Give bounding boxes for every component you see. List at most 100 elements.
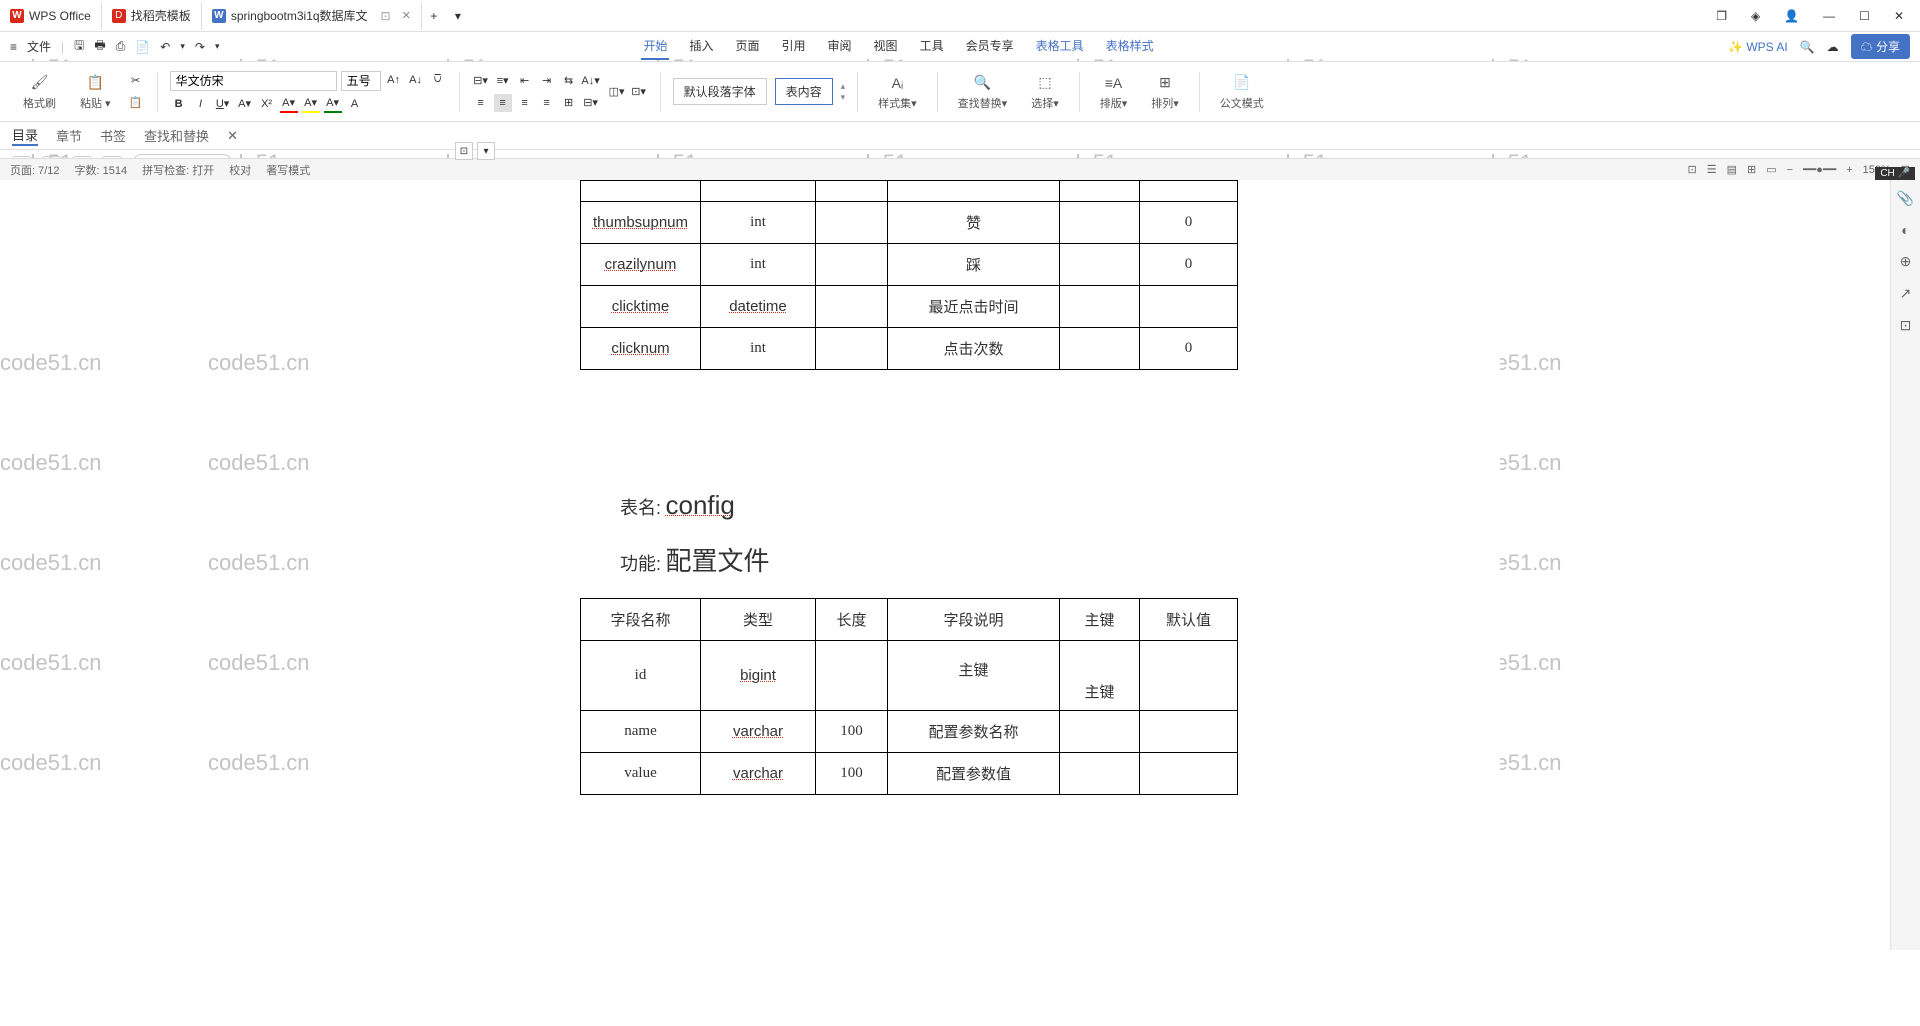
- clear-fmt[interactable]: ⩂: [429, 71, 447, 89]
- menu-tablestyle[interactable]: 表格样式: [1104, 33, 1156, 60]
- cube-icon[interactable]: ◈: [1745, 5, 1766, 27]
- search-icon[interactable]: 🔍: [1800, 40, 1815, 54]
- cell[interactable]: int: [701, 328, 816, 370]
- dec-indent[interactable]: ⇤: [516, 72, 534, 90]
- spell-check[interactable]: 拼写检查: 打开: [142, 162, 214, 178]
- minimize-icon[interactable]: —: [1817, 5, 1841, 27]
- cell[interactable]: 配置参数值: [888, 753, 1060, 795]
- styles-button[interactable]: Aᵢ 样式集▾: [870, 73, 925, 111]
- align-right[interactable]: ≡: [516, 94, 534, 112]
- cell[interactable]: 100: [816, 753, 888, 795]
- menu-ref[interactable]: 引用: [780, 33, 808, 60]
- cell[interactable]: int: [701, 202, 816, 244]
- columns[interactable]: ⊞: [560, 94, 578, 112]
- side-clip-icon[interactable]: 📎: [1897, 190, 1914, 207]
- tab-stops[interactable]: ⇆: [560, 72, 578, 90]
- page-indicator[interactable]: 页面: 7/12: [10, 162, 60, 178]
- side-tool-icon[interactable]: ⊡: [1900, 317, 1912, 334]
- cell[interactable]: datetime: [729, 298, 787, 315]
- cell[interactable]: varchar: [733, 723, 783, 740]
- menu-member[interactable]: 会员专享: [964, 33, 1016, 60]
- view-mode-4[interactable]: ⊞: [1747, 163, 1756, 176]
- zoom-in[interactable]: +: [1846, 164, 1852, 176]
- menu-review[interactable]: 审阅: [826, 33, 854, 60]
- cell[interactable]: [816, 244, 888, 286]
- cell[interactable]: [816, 286, 888, 328]
- cell[interactable]: [1140, 711, 1238, 753]
- cell[interactable]: bigint: [740, 667, 776, 684]
- header-cell[interactable]: 字段说明: [888, 599, 1060, 641]
- redo-icon[interactable]: ↷: [195, 40, 205, 54]
- cell[interactable]: [1060, 202, 1140, 244]
- header-cell[interactable]: 长度: [816, 599, 888, 641]
- side-theme-icon[interactable]: ◐: [1901, 222, 1909, 238]
- save-icon[interactable]: 🖫: [74, 36, 84, 57]
- font-size-select[interactable]: [341, 71, 381, 91]
- cell[interactable]: 主键: [888, 641, 1060, 711]
- undo-dd[interactable]: ▾: [180, 41, 185, 52]
- outline-mulu[interactable]: 目录: [12, 125, 38, 146]
- style-down[interactable]: ▾: [841, 92, 846, 103]
- view-mode-1[interactable]: ⊡: [1688, 163, 1697, 176]
- cut-icon[interactable]: ✂: [127, 72, 145, 90]
- tab-wps-office[interactable]: W WPS Office: [0, 2, 102, 30]
- cell[interactable]: [816, 641, 888, 711]
- ime-badge[interactable]: CH 🎤: [1875, 167, 1915, 180]
- menu-tabletool[interactable]: 表格工具: [1034, 33, 1086, 60]
- word-count[interactable]: 字数: 1514: [75, 162, 128, 178]
- menu-insert[interactable]: 插入: [687, 33, 715, 60]
- italic-button[interactable]: I: [192, 95, 210, 113]
- underline-button[interactable]: U▾: [214, 95, 232, 113]
- cloud-icon[interactable]: ☁: [1827, 40, 1839, 54]
- side-share-icon[interactable]: ↗: [1900, 285, 1912, 302]
- copy-icon[interactable]: 📋: [127, 94, 145, 112]
- maximize-icon[interactable]: ☐: [1853, 5, 1876, 27]
- cell[interactable]: [1060, 753, 1140, 795]
- cell[interactable]: 踩: [888, 244, 1060, 286]
- cell[interactable]: 100: [816, 711, 888, 753]
- table-menu-icon[interactable]: ▾: [477, 142, 495, 160]
- export-icon[interactable]: 📄: [135, 40, 150, 54]
- layout-button[interactable]: ≡A 排版▾: [1092, 73, 1136, 111]
- cell[interactable]: [816, 328, 888, 370]
- cell[interactable]: [1060, 286, 1140, 328]
- cell[interactable]: 赞: [888, 202, 1060, 244]
- cell[interactable]: value: [581, 753, 701, 795]
- strike-button[interactable]: A▾: [236, 95, 254, 113]
- cell[interactable]: clicknum: [611, 340, 669, 357]
- menu-page[interactable]: 页面: [734, 33, 762, 60]
- find-replace-button[interactable]: 🔍 查找替换▾: [950, 73, 1016, 111]
- outline-bookmark[interactable]: 书签: [100, 126, 126, 145]
- cell[interactable]: 0: [1140, 202, 1238, 244]
- bullet-list[interactable]: ≡▾: [494, 72, 512, 90]
- format-brush-group[interactable]: 🖌 格式刷: [15, 73, 64, 111]
- dec-font[interactable]: A↓: [407, 71, 425, 89]
- default-para-style[interactable]: 默认段落字体: [673, 78, 767, 105]
- cell[interactable]: 点击次数: [888, 328, 1060, 370]
- inc-indent[interactable]: ⇥: [538, 72, 556, 90]
- cell[interactable]: varchar: [733, 765, 783, 782]
- align-justify[interactable]: ≡: [538, 94, 556, 112]
- shading[interactable]: ◫▾: [608, 83, 626, 101]
- cell[interactable]: 0: [1140, 244, 1238, 286]
- avatar-icon[interactable]: 👤: [1778, 5, 1805, 27]
- menu-start[interactable]: 开始: [641, 33, 669, 60]
- write-mode[interactable]: 著写模式: [266, 162, 310, 178]
- sort[interactable]: A↓▾: [582, 72, 600, 90]
- cell[interactable]: [1140, 286, 1238, 328]
- menu-view[interactable]: 视图: [872, 33, 900, 60]
- char-border[interactable]: A: [346, 95, 364, 113]
- tab-template[interactable]: D 找稻壳模板: [102, 2, 202, 30]
- cell[interactable]: 最近点击时间: [888, 286, 1060, 328]
- view-mode-3[interactable]: ▤: [1727, 163, 1737, 176]
- align-left[interactable]: ≡: [472, 94, 490, 112]
- font-select[interactable]: [170, 71, 337, 91]
- proofread[interactable]: 校对: [229, 162, 251, 178]
- cell[interactable]: 0: [1140, 328, 1238, 370]
- tab-document[interactable]: W springbootm3i1q数据库文 ⊡ ✕: [202, 2, 422, 30]
- cell[interactable]: [816, 202, 888, 244]
- table-name-label[interactable]: 表名: config: [620, 490, 1430, 521]
- table-content-style[interactable]: 表内容: [775, 78, 833, 105]
- style-up[interactable]: ▴: [841, 81, 846, 92]
- font-color[interactable]: A▾: [280, 95, 298, 113]
